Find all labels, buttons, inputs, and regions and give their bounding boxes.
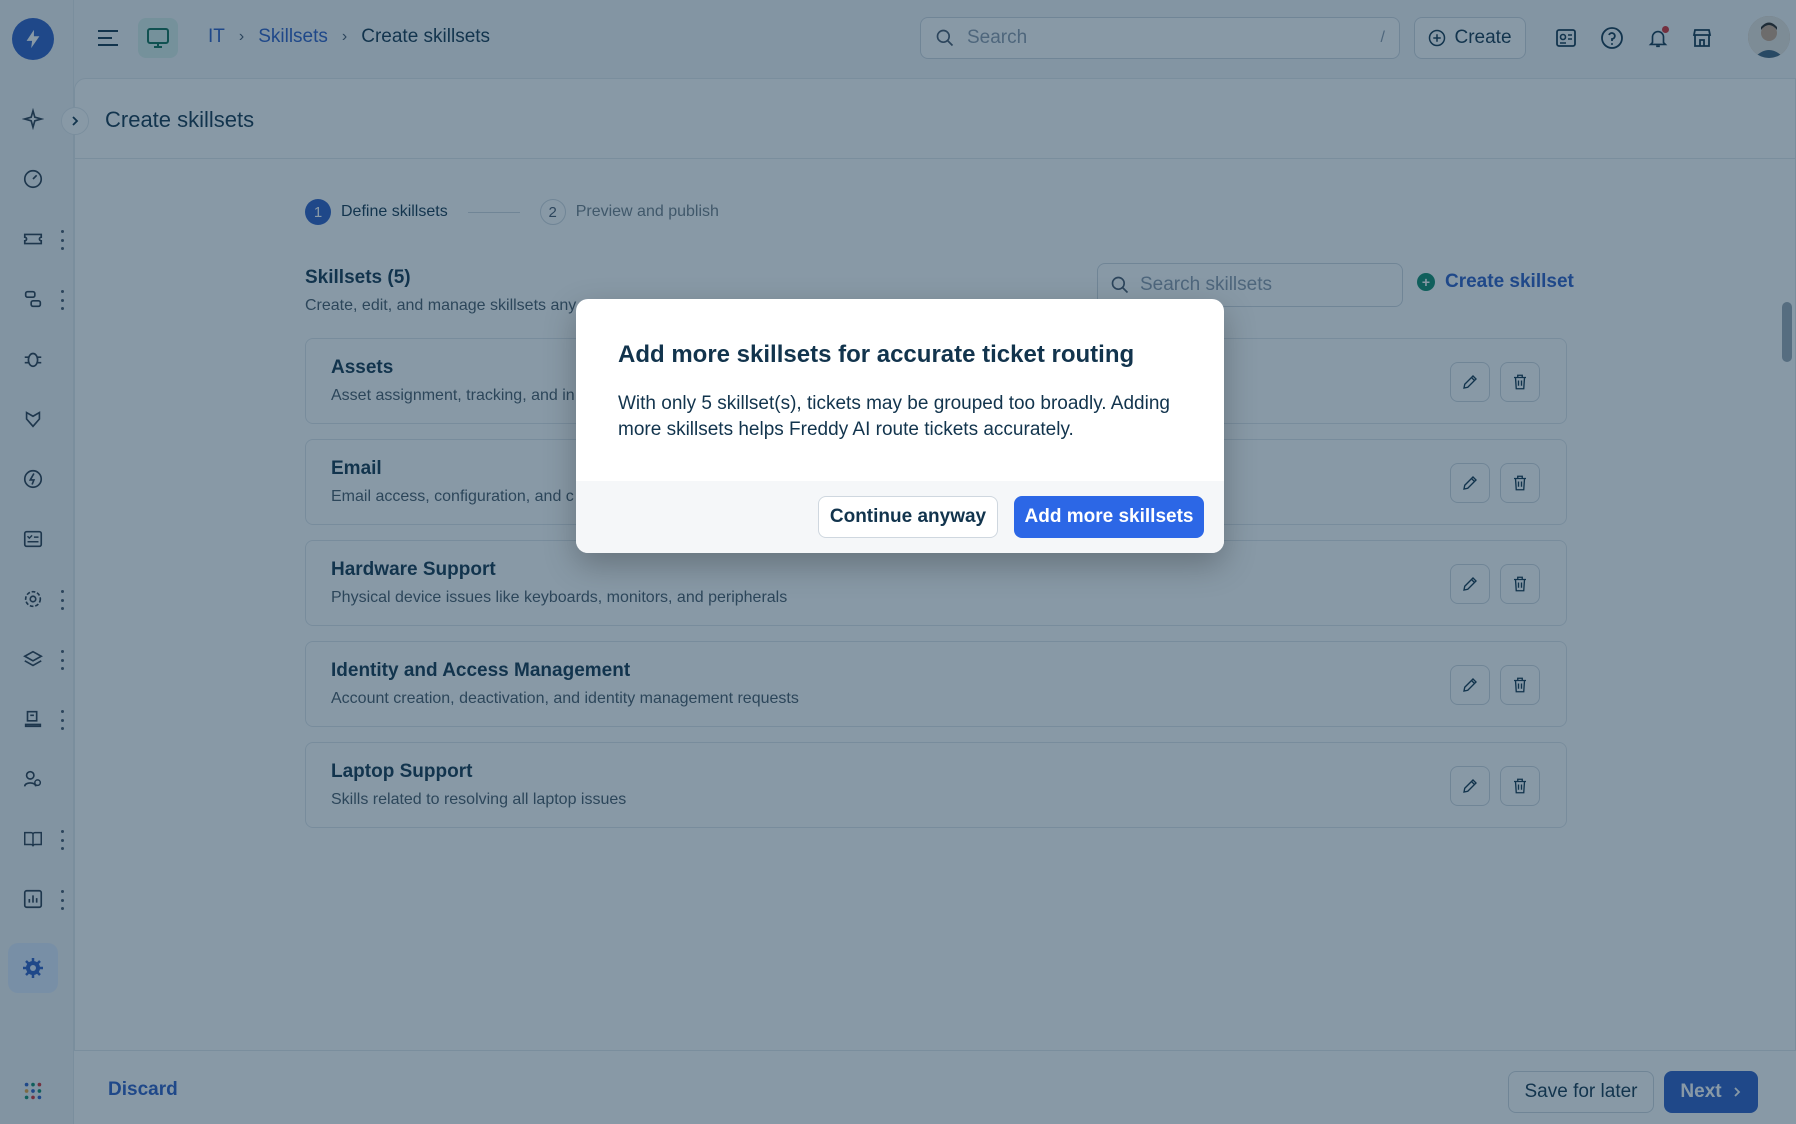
dialog-title: Add more skillsets for accurate ticket r… bbox=[618, 341, 1135, 368]
add-more-skillsets-button[interactable]: Add more skillsets bbox=[1014, 496, 1204, 538]
dialog-footer: Continue anyway Add more skillsets bbox=[576, 481, 1224, 553]
skillset-warning-dialog: Add more skillsets for accurate ticket r… bbox=[576, 299, 1224, 553]
modal-backdrop[interactable] bbox=[0, 0, 1796, 1124]
dialog-body: With only 5 skillset(s), tickets may be … bbox=[618, 393, 1170, 440]
continue-anyway-button[interactable]: Continue anyway bbox=[818, 496, 998, 538]
